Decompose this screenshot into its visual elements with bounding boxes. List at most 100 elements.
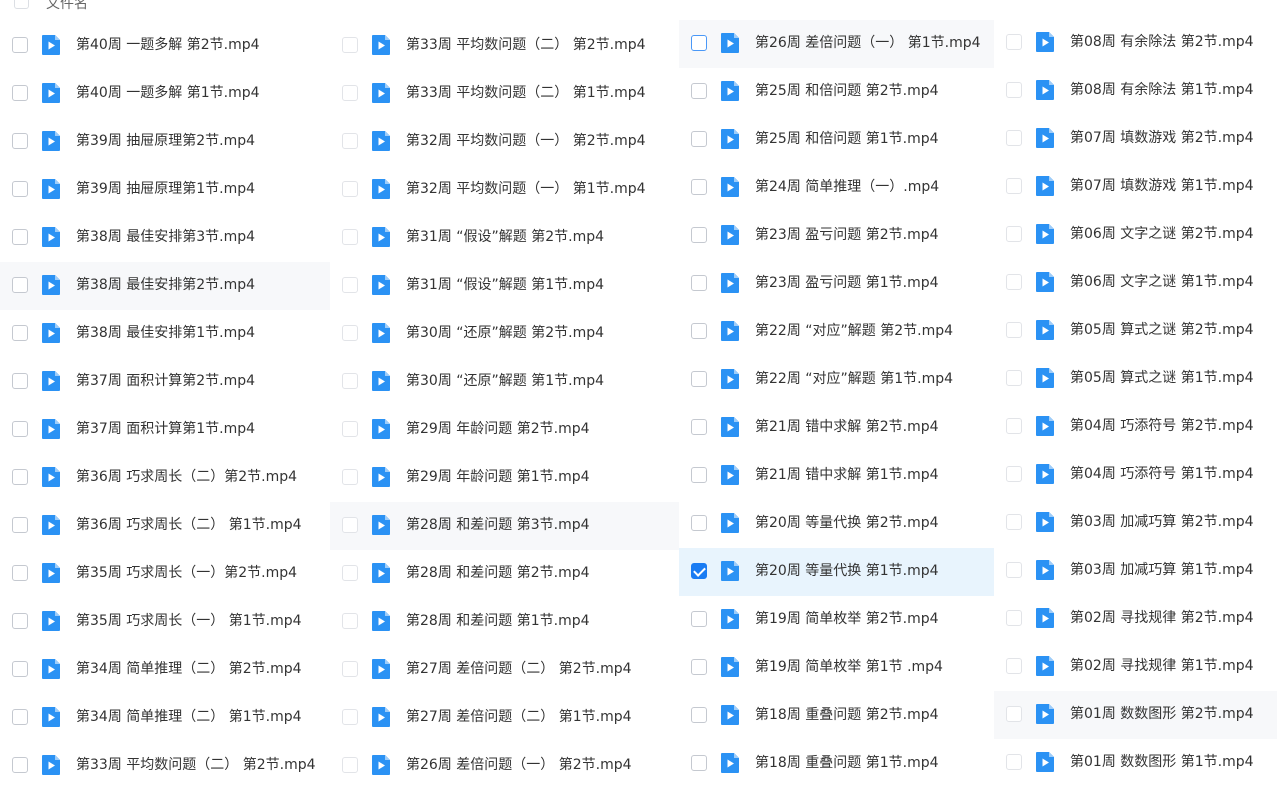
- file-checkbox[interactable]: [342, 613, 358, 629]
- file-row[interactable]: 第29周 年龄问题 第1节.mp4: [330, 454, 679, 502]
- file-checkbox[interactable]: [12, 133, 28, 149]
- file-name[interactable]: 第18周 重叠问题 第2节.mp4: [755, 706, 939, 724]
- file-checkbox[interactable]: [1006, 466, 1022, 482]
- file-checkbox[interactable]: [1006, 706, 1022, 722]
- file-row[interactable]: 第25周 和倍问题 第1节.mp4: [679, 116, 994, 164]
- file-row[interactable]: 第05周 算式之谜 第1节.mp4: [994, 355, 1277, 403]
- file-checkbox[interactable]: [12, 565, 28, 581]
- file-row[interactable]: 第27周 差倍问题（二） 第1节.mp4: [330, 694, 679, 742]
- file-row[interactable]: 第08周 有余除法 第1节.mp4: [994, 67, 1277, 115]
- file-name[interactable]: 第35周 巧求周长（一）第2节.mp4: [76, 564, 297, 582]
- file-name[interactable]: 第26周 差倍问题（一） 第2节.mp4: [406, 756, 632, 774]
- file-name[interactable]: 第22周 “对应”解题 第1节.mp4: [755, 370, 953, 388]
- file-row[interactable]: 第21周 错中求解 第1节.mp4: [679, 452, 994, 500]
- file-row[interactable]: 第31周 “假设”解题 第1节.mp4: [330, 262, 679, 310]
- file-name[interactable]: 第23周 盈亏问题 第2节.mp4: [755, 226, 939, 244]
- file-row[interactable]: 第27周 差倍问题（二） 第2节.mp4: [330, 646, 679, 694]
- file-checkbox[interactable]: [1006, 514, 1022, 530]
- file-checkbox[interactable]: [691, 131, 707, 147]
- file-checkbox[interactable]: [12, 757, 28, 773]
- file-name[interactable]: 第36周 巧求周长（二）第2节.mp4: [76, 468, 297, 486]
- file-checkbox[interactable]: [12, 661, 28, 677]
- file-row[interactable]: 第40周 一题多解 第1节.mp4: [0, 70, 330, 118]
- file-name[interactable]: 第03周 加减巧算 第1节.mp4: [1070, 561, 1254, 579]
- file-name[interactable]: 第37周 面积计算第2节.mp4: [76, 372, 255, 390]
- file-row[interactable]: 第22周 “对应”解题 第1节.mp4: [679, 356, 994, 404]
- file-checkbox[interactable]: [691, 275, 707, 291]
- file-checkbox[interactable]: [342, 469, 358, 485]
- file-checkbox[interactable]: [12, 373, 28, 389]
- file-row[interactable]: 第32周 平均数问题（一） 第2节.mp4: [330, 118, 679, 166]
- file-name[interactable]: 第39周 抽屉原理第2节.mp4: [76, 132, 255, 150]
- file-row[interactable]: 第22周 “对应”解题 第2节.mp4: [679, 308, 994, 356]
- file-checkbox[interactable]: [691, 35, 707, 51]
- file-row[interactable]: 第38周 最佳安排第1节.mp4: [0, 310, 330, 358]
- file-row[interactable]: 第38周 最佳安排第2节.mp4: [0, 262, 330, 310]
- file-row[interactable]: 第03周 加减巧算 第1节.mp4: [994, 547, 1277, 595]
- file-checkbox[interactable]: [1006, 34, 1022, 50]
- file-name[interactable]: 第34周 简单推理（二） 第1节.mp4: [76, 708, 302, 726]
- file-name[interactable]: 第31周 “假设”解题 第2节.mp4: [406, 228, 604, 246]
- file-checkbox[interactable]: [1006, 82, 1022, 98]
- file-checkbox[interactable]: [342, 181, 358, 197]
- file-checkbox[interactable]: [691, 515, 707, 531]
- file-checkbox[interactable]: [342, 229, 358, 245]
- file-checkbox[interactable]: [691, 755, 707, 771]
- file-name[interactable]: 第36周 巧求周长（二） 第1节.mp4: [76, 516, 302, 534]
- file-name[interactable]: 第20周 等量代换 第1节.mp4: [755, 562, 939, 580]
- file-checkbox[interactable]: [691, 707, 707, 723]
- file-row[interactable]: 第03周 加减巧算 第2节.mp4: [994, 499, 1277, 547]
- file-row[interactable]: 第35周 巧求周长（一）第2节.mp4: [0, 550, 330, 598]
- file-row[interactable]: 第26周 差倍问题（一） 第1节.mp4: [679, 20, 994, 68]
- file-row[interactable]: 第24周 简单推理（一）.mp4: [679, 164, 994, 212]
- file-name[interactable]: 第40周 一题多解 第2节.mp4: [76, 36, 260, 54]
- file-name[interactable]: 第07周 填数游戏 第1节.mp4: [1070, 177, 1254, 195]
- file-name[interactable]: 第02周 寻找规律 第1节.mp4: [1070, 657, 1254, 675]
- file-name[interactable]: 第26周 差倍问题（一） 第1节.mp4: [755, 34, 981, 52]
- file-name[interactable]: 第19周 简单枚举 第1节 .mp4: [755, 658, 943, 676]
- file-name[interactable]: 第38周 最佳安排第2节.mp4: [76, 276, 255, 294]
- file-row[interactable]: 第35周 巧求周长（一） 第1节.mp4: [0, 598, 330, 646]
- file-row[interactable]: 第33周 平均数问题（二） 第2节.mp4: [0, 742, 330, 790]
- file-name[interactable]: 第21周 错中求解 第1节.mp4: [755, 466, 939, 484]
- file-checkbox[interactable]: [1006, 274, 1022, 290]
- file-name[interactable]: 第37周 面积计算第1节.mp4: [76, 420, 255, 438]
- file-checkbox[interactable]: [12, 613, 28, 629]
- file-name[interactable]: 第23周 盈亏问题 第1节.mp4: [755, 274, 939, 292]
- file-checkbox[interactable]: [1006, 370, 1022, 386]
- file-checkbox[interactable]: [1006, 610, 1022, 626]
- file-name[interactable]: 第35周 巧求周长（一） 第1节.mp4: [76, 612, 302, 630]
- file-name[interactable]: 第19周 简单枚举 第2节.mp4: [755, 610, 939, 628]
- file-checkbox[interactable]: [1006, 754, 1022, 770]
- file-row[interactable]: 第08周 有余除法 第2节.mp4: [994, 19, 1277, 67]
- file-name[interactable]: 第40周 一题多解 第1节.mp4: [76, 84, 260, 102]
- file-row[interactable]: 第38周 最佳安排第3节.mp4: [0, 214, 330, 262]
- file-row[interactable]: 第19周 简单枚举 第2节.mp4: [679, 596, 994, 644]
- file-name[interactable]: 第21周 错中求解 第2节.mp4: [755, 418, 939, 436]
- file-row[interactable]: 第18周 重叠问题 第1节.mp4: [679, 740, 994, 788]
- file-checkbox[interactable]: [342, 757, 358, 773]
- file-checkbox[interactable]: [691, 83, 707, 99]
- file-name[interactable]: 第02周 寻找规律 第2节.mp4: [1070, 609, 1254, 627]
- file-row[interactable]: 第33周 平均数问题（二） 第1节.mp4: [330, 70, 679, 118]
- file-checkbox[interactable]: [1006, 562, 1022, 578]
- file-name[interactable]: 第28周 和差问题 第3节.mp4: [406, 516, 590, 534]
- file-row[interactable]: 第30周 “还原”解题 第2节.mp4: [330, 310, 679, 358]
- file-row[interactable]: 第07周 填数游戏 第2节.mp4: [994, 115, 1277, 163]
- file-name[interactable]: 第04周 巧添符号 第1节.mp4: [1070, 465, 1254, 483]
- file-name[interactable]: 第03周 加减巧算 第2节.mp4: [1070, 513, 1254, 531]
- file-checkbox[interactable]: [1006, 658, 1022, 674]
- file-checkbox[interactable]: [342, 133, 358, 149]
- file-name[interactable]: 第07周 填数游戏 第2节.mp4: [1070, 129, 1254, 147]
- file-row[interactable]: 第01周 数数图形 第2节.mp4: [994, 691, 1277, 739]
- file-row[interactable]: 第28周 和差问题 第3节.mp4: [330, 502, 679, 550]
- file-checkbox[interactable]: [691, 371, 707, 387]
- file-name[interactable]: 第27周 差倍问题（二） 第2节.mp4: [406, 660, 632, 678]
- file-checkbox[interactable]: [12, 325, 28, 341]
- file-name[interactable]: 第22周 “对应”解题 第2节.mp4: [755, 322, 953, 340]
- file-row[interactable]: 第19周 简单枚举 第1节 .mp4: [679, 644, 994, 692]
- file-checkbox[interactable]: [1006, 130, 1022, 146]
- file-row[interactable]: 第36周 巧求周长（二）第2节.mp4: [0, 454, 330, 502]
- file-checkbox[interactable]: [12, 277, 28, 293]
- file-row[interactable]: 第30周 “还原”解题 第1节.mp4: [330, 358, 679, 406]
